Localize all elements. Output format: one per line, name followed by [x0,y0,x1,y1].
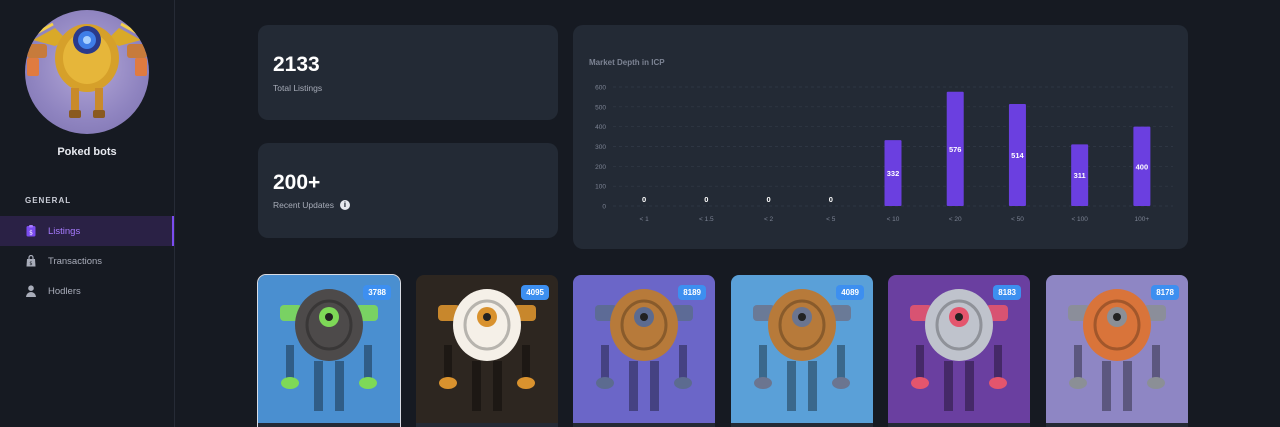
nft-card[interactable]: 3788 [257,274,401,427]
x-tick-label: < 50 [1011,216,1024,223]
x-tick-label: < 2 [764,216,774,223]
nft-id-badge: 4089 [836,285,864,300]
sidebar-item-label: Transactions [48,255,103,267]
sidebar-item-transactions[interactable]: $ Transactions [0,246,174,276]
y-tick-label: 0 [602,204,606,211]
bar-value-label: 514 [1011,151,1024,160]
bar-value-label: 0 [766,195,770,204]
nft-card-footer [888,423,1030,427]
bar-value-label: 0 [829,195,833,204]
nft-card[interactable]: 8189 [573,275,715,427]
nft-id-badge: 8178 [1151,285,1179,300]
nft-card[interactable]: 4089 [731,275,873,427]
market-depth-chart: 01002003004005006000< 10< 1.50< 20< 5332… [595,85,1173,223]
sidebar: Poked bots GENERAL $ Listings $ Transact… [0,0,175,427]
x-tick-label: < 20 [949,216,962,223]
y-tick-label: 600 [595,85,606,92]
nft-card[interactable]: 4095 [416,275,558,427]
nft-card-footer [416,423,558,427]
total-listings-label-text: Total Listings [273,83,323,93]
nft-card-footer [1046,423,1188,427]
listing-icon: $ [25,225,37,237]
nft-id-badge: 8189 [678,285,706,300]
sidebar-item-listings[interactable]: $ Listings [0,216,174,246]
sidebar-item-label: Listings [48,225,81,237]
bar-value-label: 0 [642,195,646,204]
bar-value-label: 576 [949,145,962,154]
svg-text:$: $ [29,230,33,237]
nft-id-badge: 3788 [363,285,391,300]
stat-card-total-listings: 2133 Total Listings [258,25,558,120]
market-depth-chart-card: Market Depth in ICP 0 100 200 300 400 500 600 0… [573,25,1188,249]
bar-value-label: 400 [1136,162,1149,171]
y-tick-label: 500 [595,104,606,111]
x-tick-label: 100+ [1135,216,1150,223]
bar-value-label: 311 [1074,171,1086,180]
y-tick-label: 200 [595,164,606,171]
nft-card[interactable]: 8183 [888,275,1030,427]
x-tick-label: < 100 [1071,216,1088,223]
y-tick-label: 400 [595,124,606,131]
nft-card[interactable]: 8178 [1046,275,1188,427]
stat-card-recent-updates: 200+ Recent Updates i [258,143,558,238]
total-listings-value: 2133 [273,53,320,76]
robot-avatar-icon [27,22,147,118]
bag-icon: $ [25,255,37,267]
sidebar-item-hodlers[interactable]: Hodlers [0,276,174,306]
nft-id-badge: 4095 [521,285,549,300]
recent-updates-value: 200+ [273,171,321,194]
info-icon[interactable]: i [339,200,350,210]
bar-value-label: 0 [704,195,708,204]
sidebar-item-label: Hodlers [48,285,81,297]
x-tick-label: < 10 [887,216,900,223]
section-label-general: GENERAL [25,196,72,205]
nft-card-footer [731,423,873,427]
bar-value-label: 332 [887,169,900,178]
nft-id-badge: 8183 [993,285,1021,300]
user-icon [25,285,37,297]
y-tick-label: 300 [595,144,606,151]
collection-avatar [25,10,149,134]
y-tick-label: 100 [595,184,606,191]
svg-text:$: $ [29,261,32,267]
total-listings-label: Total Listings [273,83,322,93]
x-tick-label: < 1.5 [699,216,714,223]
x-tick-label: < 5 [826,216,836,223]
recent-updates-label: Recent Updates i [273,200,350,210]
recent-updates-label-text: Recent Updates [273,200,334,210]
collection-name: Poked bots [57,146,117,158]
nft-card-footer [258,423,400,427]
x-tick-label: < 1 [640,216,650,223]
nft-card-footer [573,423,715,427]
